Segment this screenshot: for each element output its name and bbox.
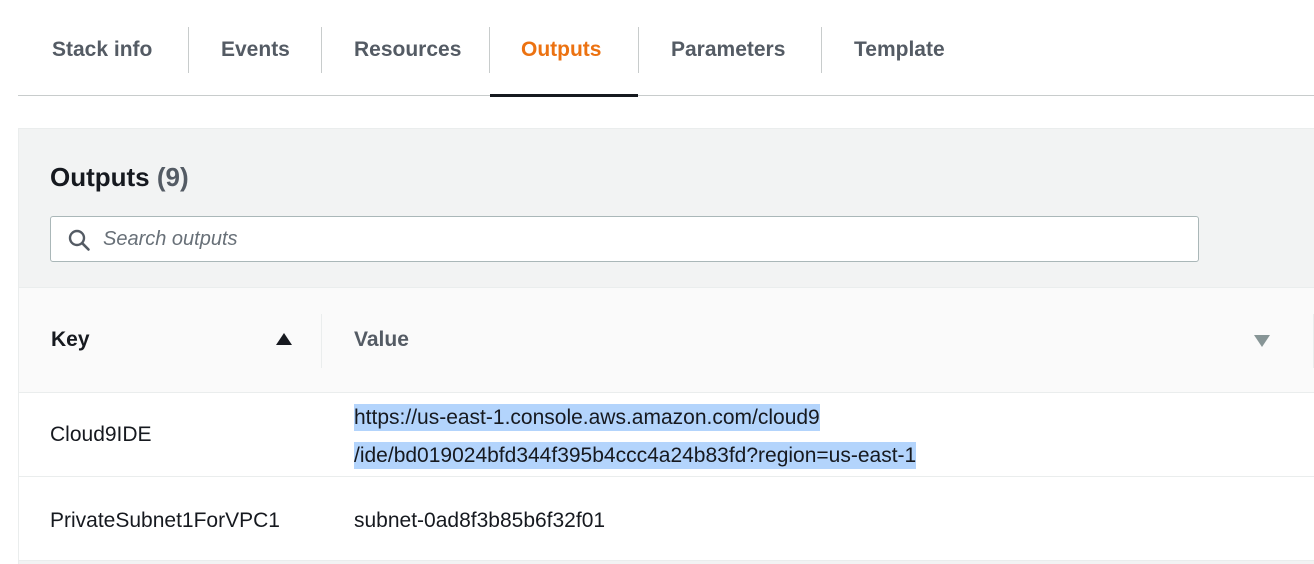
- output-key: Cloud9IDE: [50, 423, 152, 446]
- sort-ascending-icon[interactable]: [276, 333, 292, 345]
- tab-label: Stack info: [52, 38, 153, 61]
- tab-template[interactable]: Template: [822, 0, 982, 96]
- panel-title: Outputs (9): [50, 162, 189, 193]
- output-value-line[interactable]: /ide/bd019024bfd344f395b4ccc4a24b83fd?re…: [354, 442, 917, 469]
- outputs-panel: Outputs (9) Key Value Cloud9IDE https://…: [18, 128, 1314, 564]
- tab-label: Template: [854, 38, 945, 61]
- table-row: PrivateSubnet1ForVPC1 subnet-0ad8f3b85b6…: [19, 477, 1314, 561]
- tab-resources[interactable]: Resources: [322, 0, 489, 96]
- tab-label: Resources: [354, 38, 462, 61]
- tab-label: Events: [221, 38, 290, 61]
- search-box[interactable]: [50, 216, 1199, 262]
- search-input[interactable]: [103, 219, 1183, 259]
- output-value[interactable]: https://us-east-1.console.aws.amazon.com…: [354, 399, 917, 475]
- stack-detail-tabs: Stack info Events Resources Outputs Para…: [18, 0, 1314, 97]
- search-icon: [68, 229, 90, 251]
- tab-label: Outputs: [521, 38, 602, 61]
- tab-parameters[interactable]: Parameters: [639, 0, 821, 96]
- tab-stack-info[interactable]: Stack info: [18, 0, 188, 96]
- output-value[interactable]: subnet-0ad8f3b85b6f32f01: [354, 509, 605, 533]
- sort-descending-icon[interactable]: [1254, 335, 1270, 347]
- outputs-count: (9): [156, 162, 189, 192]
- column-divider[interactable]: [321, 314, 322, 368]
- tab-label: Parameters: [671, 38, 786, 61]
- output-value-line[interactable]: https://us-east-1.console.aws.amazon.com…: [354, 404, 820, 431]
- output-key: PrivateSubnet1ForVPC1: [50, 509, 280, 532]
- tab-outputs[interactable]: Outputs: [490, 0, 638, 97]
- panel-title-text: Outputs: [50, 162, 150, 192]
- column-header-value[interactable]: Value: [354, 328, 409, 352]
- table-header: Key Value: [19, 287, 1314, 393]
- column-header-key[interactable]: Key: [51, 328, 90, 352]
- tab-events[interactable]: Events: [189, 0, 321, 96]
- table-row: Cloud9IDE https://us-east-1.console.aws.…: [19, 393, 1314, 477]
